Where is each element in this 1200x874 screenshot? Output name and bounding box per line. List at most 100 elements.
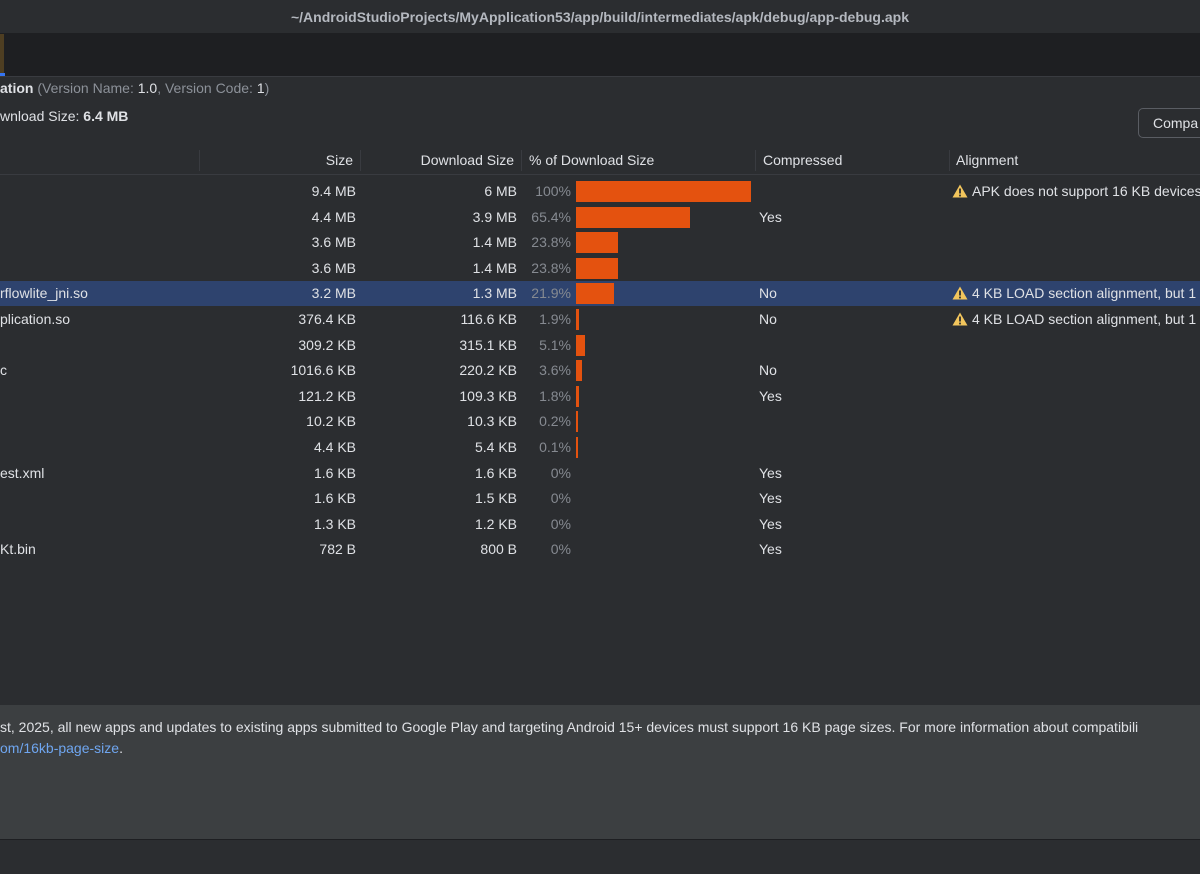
download-size-cell: 1.5 KB: [474, 490, 517, 507]
percent-cell: 0%: [550, 464, 571, 481]
file-name: Kt.bin: [0, 541, 36, 558]
column-header-size[interactable]: Size: [326, 147, 353, 174]
download-size-label: wnload Size:: [0, 108, 80, 124]
table-row[interactable]: rflowlite_jni.so 3.2 MB 1.3 MB 21.9% No 4 KB …: [0, 281, 1200, 307]
size-cell: 3.6 MB: [311, 259, 356, 276]
compressed-cell: Yes: [759, 387, 782, 404]
table-row[interactable]: 3.6 MB 1.4 MB 23.8%: [0, 256, 1200, 281]
app-name: ation: [0, 80, 34, 96]
column-header-download-size[interactable]: Download Size: [421, 147, 514, 174]
editor-tab[interactable]: [0, 34, 4, 76]
download-size-value: 6.4 MB: [83, 108, 129, 124]
compressed-cell: Yes: [759, 464, 782, 481]
size-cell: 309.2 KB: [298, 336, 356, 353]
table-row[interactable]: c 1016.6 KB 220.2 KB 3.6% No: [0, 358, 1200, 383]
download-size-cell: 315.1 KB: [459, 336, 517, 353]
percent-cell: 5.1%: [539, 336, 571, 353]
table-row[interactable]: 1.3 KB 1.2 KB 0% Yes: [0, 512, 1200, 537]
percent-cell: 0.2%: [539, 413, 571, 430]
download-percent-bar: [576, 334, 585, 356]
download-size-cell: 1.4 MB: [472, 259, 517, 276]
percent-cell: 1.9%: [539, 311, 571, 327]
compare-button[interactable]: Compa: [1138, 108, 1200, 138]
compressed-cell: Yes: [759, 515, 782, 532]
table-row[interactable]: 4.4 MB 3.9 MB 65.4% Yes: [0, 205, 1200, 230]
notice-panel: st, 2025, all new apps and updates to ex…: [0, 704, 1200, 840]
size-cell: 3.2 MB: [311, 285, 356, 302]
window-title: ~/AndroidStudioProjects/MyApplication53/…: [290, 8, 910, 25]
compressed-cell: Yes: [759, 208, 782, 225]
size-cell: 1.3 KB: [313, 515, 356, 532]
size-cell: 376.4 KB: [298, 311, 356, 327]
column-divider[interactable]: [360, 150, 361, 171]
download-size-cell: 1.6 KB: [474, 464, 517, 481]
table-row[interactable]: 1.6 KB 1.5 KB 0% Yes: [0, 486, 1200, 511]
table-row[interactable]: 4.4 KB 5.4 KB 0.1%: [0, 435, 1200, 460]
alignment-text: APK does not support 16 KB devices: [972, 183, 1200, 199]
size-cell: 9.4 MB: [311, 183, 356, 199]
download-percent-bar: [576, 411, 578, 433]
column-header-alignment[interactable]: Alignment: [956, 147, 1018, 174]
window-title-bar: ~/AndroidStudioProjects/MyApplication53/…: [0, 0, 1200, 34]
download-size-cell: 1.4 MB: [472, 234, 517, 251]
percent-cell: 100%: [535, 183, 571, 199]
download-percent-bar: [576, 232, 618, 254]
version-code: 1: [256, 80, 265, 96]
version-code-label: Version Code:: [164, 80, 253, 96]
download-size-cell: 10.3 KB: [467, 413, 517, 430]
download-size-cell: 1.2 KB: [474, 515, 517, 532]
alignment-cell: APK does not support 16 KB devices: [952, 179, 1200, 204]
percent-cell: 3.6%: [539, 362, 571, 379]
percent-cell: 0.1%: [539, 439, 571, 455]
download-size-cell: 116.6 KB: [460, 311, 517, 327]
table-row[interactable]: plication.so 376.4 KB 116.6 KB 1.9% No 4 KB L…: [0, 307, 1200, 332]
size-cell: 10.2 KB: [306, 413, 356, 430]
compressed-cell: No: [759, 362, 777, 379]
table-row[interactable]: est.xml 1.6 KB 1.6 KB 0% Yes: [0, 461, 1200, 486]
alignment-cell: 4 KB LOAD section alignment, but 1: [952, 307, 1196, 332]
size-cell: 3.6 MB: [311, 234, 356, 251]
column-divider[interactable]: [199, 150, 200, 171]
column-divider[interactable]: [949, 150, 950, 171]
percent-cell: 21.9%: [531, 285, 571, 302]
alignment-text: 4 KB LOAD section alignment, but 1: [972, 311, 1197, 327]
size-cell: 121.2 KB: [298, 387, 356, 404]
file-name: c: [0, 362, 7, 379]
version-name: 1.0: [137, 80, 158, 96]
download-size-cell: 109.3 KB: [459, 387, 517, 404]
file-name: rflowlite_jni.so: [0, 285, 88, 302]
download-percent-bar: [576, 283, 615, 305]
table-row[interactable]: 10.2 KB 10.3 KB 0.2%: [0, 409, 1200, 434]
size-cell: 4.4 MB: [311, 208, 356, 225]
size-cell: 1.6 KB: [313, 464, 356, 481]
table-row[interactable]: Kt.bin 782 B 800 B 0% Yes: [0, 537, 1200, 562]
compressed-cell: Yes: [759, 541, 782, 558]
column-header-percent[interactable]: % of Download Size: [529, 147, 654, 174]
column-divider[interactable]: [755, 150, 756, 171]
column-divider[interactable]: [521, 150, 522, 171]
download-percent-bar: [576, 309, 580, 330]
percent-cell: 23.8%: [531, 259, 571, 276]
column-header-compressed[interactable]: Compressed: [763, 147, 842, 174]
download-size-line: wnload Size: 6.4 MB: [0, 108, 128, 124]
notice-text: st, 2025, all new apps and updates to ex…: [0, 719, 1139, 735]
size-cell: 1016.6 KB: [290, 362, 356, 379]
file-name: plication.so: [0, 311, 71, 327]
app-info-line: ation (Version Name: 1.0, Version Code: …: [0, 80, 270, 96]
download-percent-bar: [576, 206, 691, 228]
download-size-cell: 6 MB: [484, 183, 517, 199]
table-row[interactable]: 9.4 MB 6 MB 100% APK does not support 16 KB…: [0, 179, 1200, 204]
download-percent-bar: [576, 257, 618, 279]
warning-icon: [952, 286, 968, 300]
download-percent-bar: [576, 360, 583, 382]
percent-cell: 0%: [550, 490, 571, 507]
table-row[interactable]: 121.2 KB 109.3 KB 1.8% Yes: [0, 384, 1200, 409]
size-cell: 4.4 KB: [313, 439, 356, 455]
percent-cell: 65.4%: [531, 208, 571, 225]
download-size-cell: 800 B: [480, 541, 517, 558]
table-row[interactable]: 3.6 MB 1.4 MB 23.8%: [0, 230, 1200, 255]
percent-cell: 23.8%: [531, 234, 571, 251]
notice-link[interactable]: om/16kb-page-size: [0, 740, 119, 756]
table-row[interactable]: 309.2 KB 315.1 KB 5.1%: [0, 333, 1200, 358]
download-size-cell: 3.9 MB: [472, 208, 517, 225]
